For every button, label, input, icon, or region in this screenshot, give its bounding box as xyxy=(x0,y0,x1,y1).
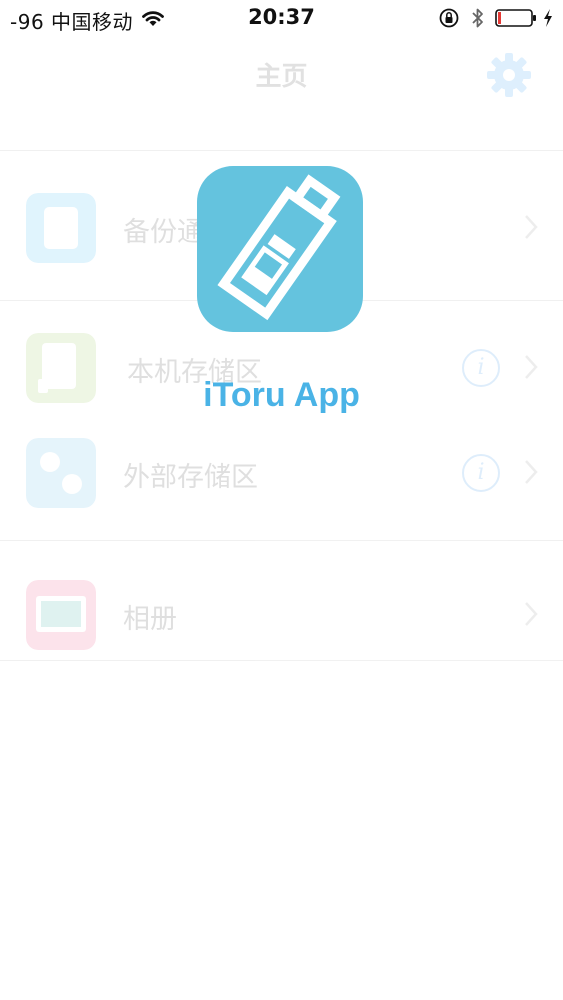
external-storage-icon xyxy=(26,438,96,508)
gear-icon[interactable] xyxy=(484,50,534,100)
info-icon[interactable]: i xyxy=(462,454,500,492)
app-logo xyxy=(197,166,363,332)
chevron-right-icon xyxy=(525,215,538,239)
chevron-right-icon xyxy=(525,460,538,484)
app-name: iToru App xyxy=(203,376,360,414)
contacts-backup-icon xyxy=(26,193,96,263)
list-item-photo-album[interactable]: 相册 xyxy=(0,575,563,655)
divider xyxy=(0,540,563,541)
photo-album-icon xyxy=(26,580,96,650)
usb-drive-icon xyxy=(217,174,341,321)
chevron-right-icon xyxy=(525,602,538,626)
list-item-label: 相册 xyxy=(123,604,177,635)
splash-screen: -96 中国移动 20:37 主页 备份通讯录 本机存储区 i 外部存储区 i … xyxy=(0,0,563,1000)
list-item-label: 外部存储区 xyxy=(123,462,258,493)
list-item-external-storage[interactable]: 外部存储区 i xyxy=(0,433,563,513)
nav-title: 主页 xyxy=(255,62,308,92)
divider xyxy=(0,660,563,661)
divider xyxy=(0,150,563,151)
home-content-faded: 主页 备份通讯录 本机存储区 i 外部存储区 i 相册 xyxy=(0,0,563,1000)
